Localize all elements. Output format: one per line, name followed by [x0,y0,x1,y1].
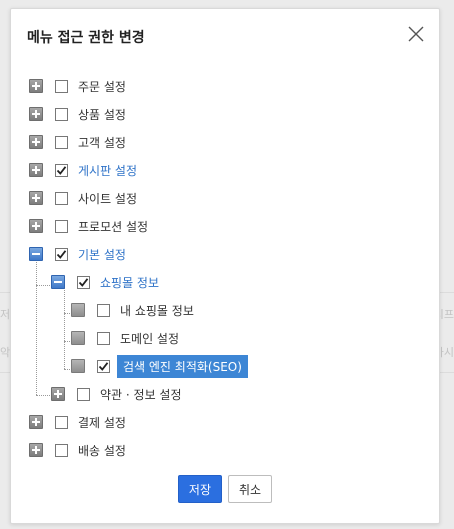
checkbox-checked[interactable] [55,247,68,261]
checkbox-checked[interactable] [97,359,110,373]
modal-footer: 저장 취소 [11,475,439,503]
tree-item[interactable]: 고객 설정 [29,132,129,152]
tree-connector [36,259,37,395]
checkmark-icon [98,361,109,371]
tree-item[interactable]: 약관 · 정보 설정 [51,384,185,404]
tree-item-label[interactable]: 사이트 설정 [75,188,140,209]
tree-item-label[interactable]: 쇼핑몰 정보 [97,272,162,293]
expand-plus-icon[interactable] [29,107,43,121]
tree-item-label[interactable]: 게시판 설정 [75,160,140,181]
modal-title: 메뉴 접근 권한 변경 [27,30,145,46]
tree-item-label[interactable]: 검색 엔진 최적화(SEO) [117,354,248,378]
expand-plus-icon[interactable] [29,135,43,149]
checkbox[interactable] [97,331,110,345]
tree-leaf-item[interactable]: 내 쇼핑몰 정보 [71,300,197,320]
tree-item-label[interactable]: 도메인 설정 [117,328,182,349]
tree-item[interactable]: 상품 설정 [29,104,129,124]
checkbox[interactable] [55,107,68,121]
tree-item-label[interactable]: 배송 설정 [75,440,129,461]
permission-tree: 주문 설정 상품 설정 고객 설정 게시판 설정 사이트 설정 프로모션 설정 … [11,65,439,471]
checkmark-icon [56,165,67,175]
tree-item[interactable]: 사이트 설정 [29,188,140,208]
close-icon [408,26,424,42]
cancel-button[interactable]: 취소 [228,475,273,503]
checkbox[interactable] [77,387,90,401]
tree-item-expanded[interactable]: 쇼핑몰 정보 [51,272,162,292]
tree-item[interactable]: 배송 설정 [29,440,129,460]
tree-item-label[interactable]: 약관 · 정보 설정 [97,384,185,405]
expand-plus-icon[interactable] [29,219,43,233]
tree-connector [36,285,52,286]
tree-leaf-item-selected[interactable]: 검색 엔진 최적화(SEO) [71,354,248,378]
tree-item-expanded[interactable]: 기본 설정 [29,244,129,264]
tree-item-partial[interactable] [29,468,43,471]
checkbox[interactable] [55,443,68,457]
tree-item[interactable]: 게시판 설정 [29,160,140,180]
collapse-minus-icon[interactable] [51,275,65,289]
checkbox-checked[interactable] [77,275,90,289]
checkbox[interactable] [55,79,68,93]
close-button[interactable] [407,25,425,43]
background-text: 악 [0,346,11,359]
tree-item[interactable]: 프로모션 설정 [29,216,151,236]
checkbox-checked[interactable] [55,163,68,177]
tree-item[interactable]: 결제 설정 [29,412,129,432]
checkmark-icon [56,249,67,259]
expand-plus-icon[interactable] [29,443,43,457]
tree-connector [36,395,52,396]
menu-access-modal: 메뉴 접근 권한 변경 주문 설정 상품 설정 고객 설정 게시판 설정 사이트… [10,8,440,524]
checkbox[interactable] [55,219,68,233]
leaf-node-icon [71,331,85,345]
tree-item-label[interactable]: 기본 설정 [75,244,129,265]
checkbox[interactable] [55,415,68,429]
tree-item-label[interactable]: 프로모션 설정 [75,216,151,237]
expand-plus-icon[interactable] [29,163,43,177]
leaf-node-icon [71,359,85,373]
expand-plus-icon[interactable] [29,79,43,93]
leaf-node-icon [71,303,85,317]
collapse-minus-icon[interactable] [29,247,43,261]
checkbox[interactable] [55,191,68,205]
checkmark-icon [78,277,89,287]
tree-item-label[interactable]: 내 쇼핑몰 정보 [117,300,197,321]
checkbox[interactable] [55,135,68,149]
save-button[interactable]: 저장 [177,475,222,503]
expand-plus-icon[interactable] [29,191,43,205]
tree-item[interactable]: 주문 설정 [29,76,129,96]
tree-item-label[interactable]: 주문 설정 [75,76,129,97]
checkbox[interactable] [97,303,110,317]
tree-item-label[interactable]: 결제 설정 [75,412,129,433]
background-text: 저 [0,308,11,321]
expand-plus-icon[interactable] [29,415,43,429]
expand-plus-icon[interactable] [51,387,65,401]
tree-item-label[interactable]: 고객 설정 [75,132,129,153]
tree-connector [64,287,65,369]
tree-item-label[interactable]: 상품 설정 [75,104,129,125]
tree-leaf-item[interactable]: 도메인 설정 [71,328,182,348]
